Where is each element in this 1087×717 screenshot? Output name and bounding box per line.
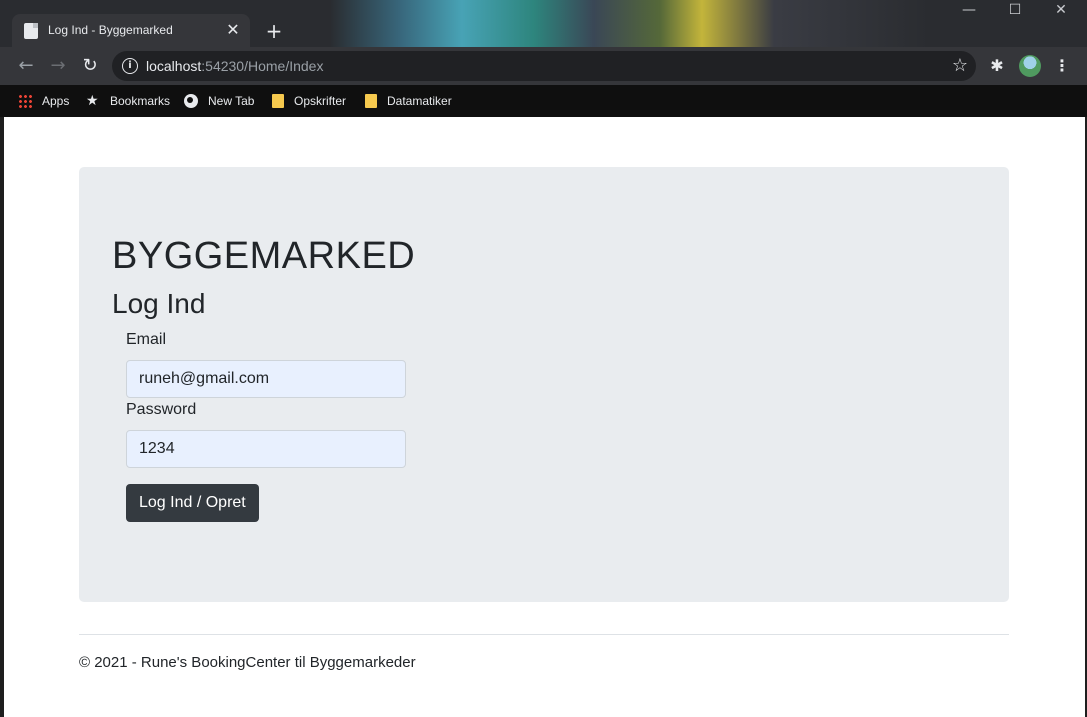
bookmark-label: Apps <box>42 94 70 108</box>
bookmark-apps[interactable]: Apps <box>18 91 69 111</box>
email-field[interactable]: runeh@gmail.com <box>126 360 406 398</box>
folder-icon <box>272 94 284 108</box>
url-host: localhost <box>146 58 202 74</box>
bookmark-datamatiker[interactable]: Datamatiker <box>365 91 452 111</box>
footer-divider <box>79 634 1009 635</box>
star-icon: ★ <box>86 93 99 109</box>
tab-close-icon[interactable]: ✕ <box>224 21 242 39</box>
apps-grid-icon <box>18 94 32 108</box>
password-field[interactable]: 1234 <box>126 430 406 468</box>
browser-toolbar: ← → ↻ i localhost:54230/Home/Index ☆ ✱ ⋮ <box>0 47 1087 85</box>
maximize-button[interactable]: ☐ <box>992 2 1038 30</box>
bookmarks-bar: Apps ★ Bookmarks New Tab Opskrifter Data… <box>0 85 1087 117</box>
bookmark-bookmarks[interactable]: ★ Bookmarks <box>86 91 170 111</box>
minimize-button[interactable]: — <box>946 2 992 30</box>
back-arrow-icon[interactable]: ← <box>13 53 39 79</box>
page-title: Log Ind <box>112 288 206 319</box>
browser-menu-icon[interactable]: ⋮ <box>1053 55 1071 77</box>
password-label: Password <box>126 401 197 418</box>
browser-window: Log Ind - Byggemarked ✕ + — ☐ ✕ ← → ↻ i … <box>0 0 1087 717</box>
reload-icon[interactable]: ↻ <box>77 53 103 79</box>
bookmark-star-icon[interactable]: ☆ <box>952 55 968 76</box>
extensions-puzzle-icon[interactable]: ✱ <box>986 55 1008 77</box>
page-favicon-icon <box>24 23 38 39</box>
site-info-icon[interactable]: i <box>122 58 138 74</box>
forward-arrow-icon[interactable]: → <box>45 53 71 79</box>
tab-title: Log Ind - Byggemarked <box>48 23 173 37</box>
title-bar: Log Ind - Byggemarked ✕ + — ☐ ✕ <box>0 0 1087 47</box>
bookmark-label: Opskrifter <box>294 94 347 108</box>
close-window-button[interactable]: ✕ <box>1038 2 1084 30</box>
folder-icon <box>365 94 377 108</box>
web-page: BYGGEMARKED Log Ind Email runeh@gmail.co… <box>4 117 1085 717</box>
bookmark-opskrifter[interactable]: Opskrifter <box>272 91 346 111</box>
footer-text: © 2021 - Rune's BookingCenter til Byggem… <box>79 654 416 671</box>
url-path: :54230/Home/Index <box>201 58 324 74</box>
globe-icon <box>184 94 198 108</box>
bookmark-label: Bookmarks <box>110 94 171 108</box>
bookmark-label: Datamatiker <box>387 94 452 108</box>
login-submit-button[interactable]: Log Ind / Opret <box>126 484 259 522</box>
url-text[interactable]: localhost:54230/Home/Index <box>146 58 323 74</box>
email-label: Email <box>126 331 167 348</box>
tab-active[interactable]: Log Ind - Byggemarked ✕ <box>12 14 250 47</box>
profile-avatar[interactable] <box>1019 55 1041 77</box>
bookmark-label: New Tab <box>208 94 255 108</box>
login-panel: BYGGEMARKED Log Ind Email runeh@gmail.co… <box>79 167 1009 602</box>
new-tab-button[interactable]: + <box>261 19 287 45</box>
theme-artwork <box>330 0 930 47</box>
bookmark-new-tab[interactable]: New Tab <box>184 91 254 111</box>
brand-title: BYGGEMARKED <box>112 235 416 277</box>
address-bar[interactable]: i localhost:54230/Home/Index ☆ <box>112 51 976 81</box>
